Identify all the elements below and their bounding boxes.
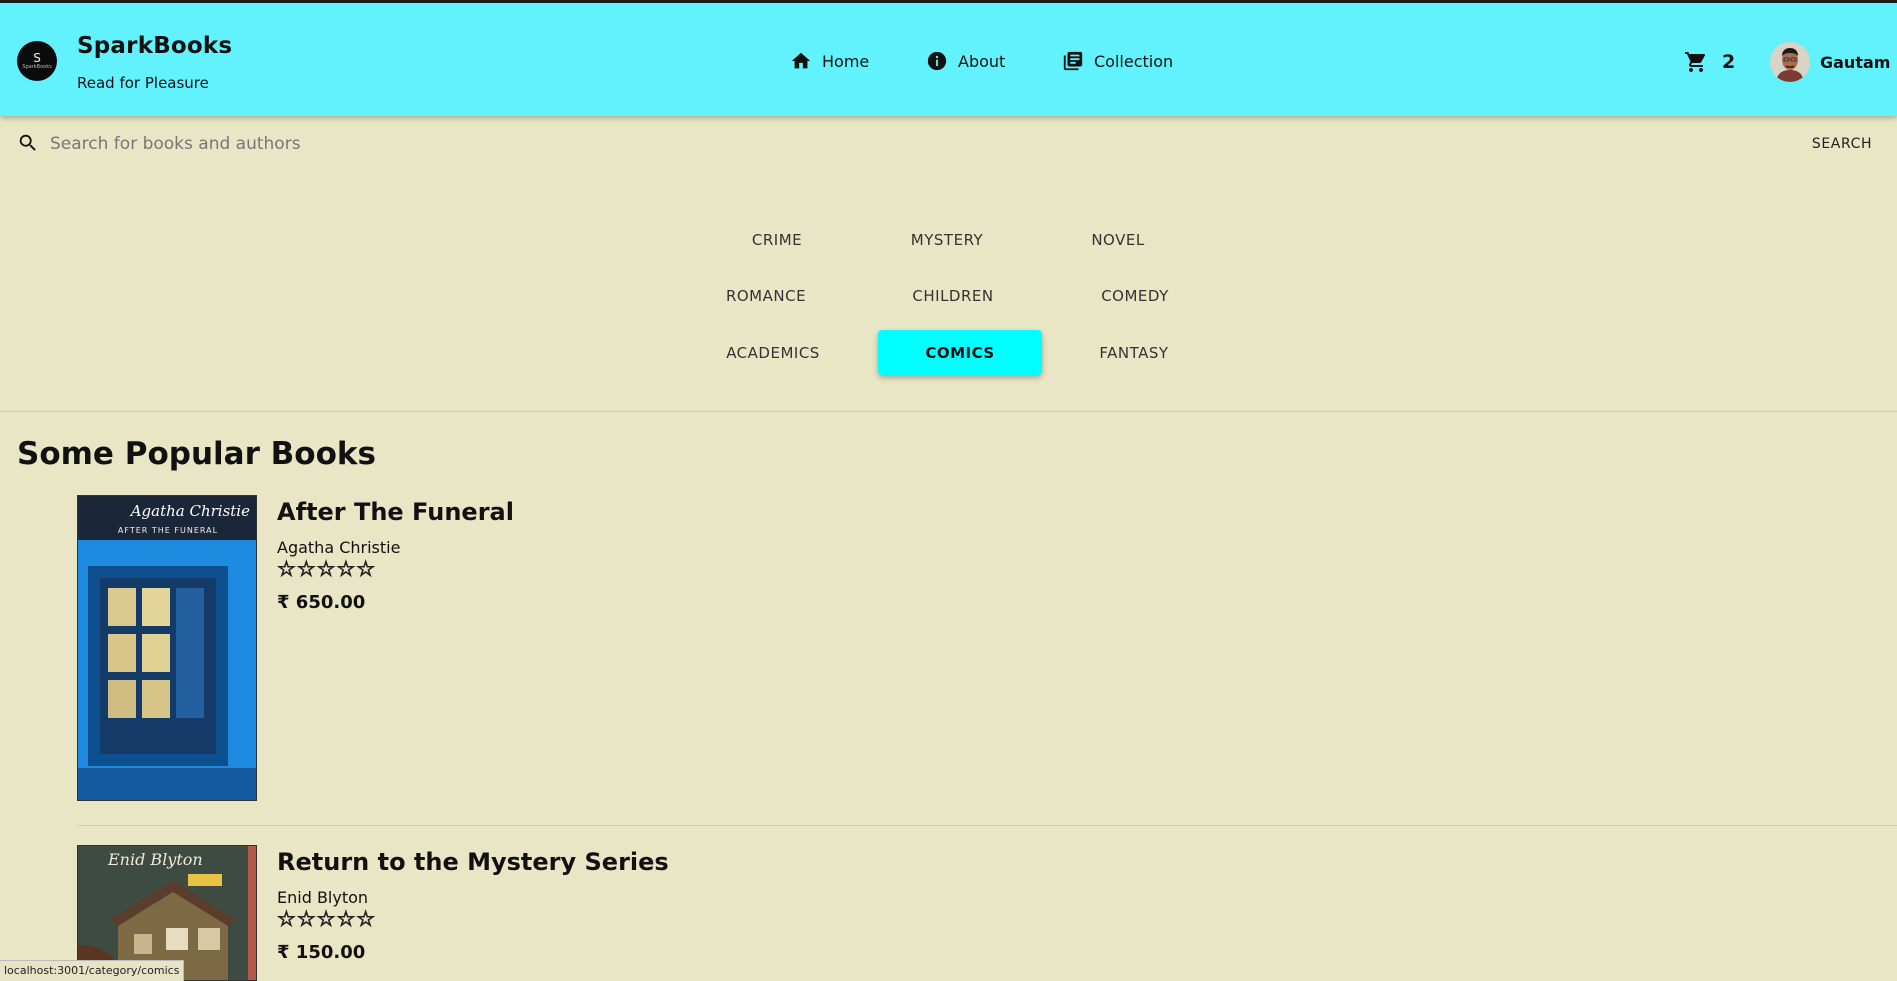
cart-count: 2 (1722, 51, 1736, 73)
section-divider (0, 411, 1897, 412)
book-divider (77, 825, 1897, 826)
nav-home[interactable]: Home (790, 49, 869, 73)
logo-letter: S (33, 51, 41, 65)
library-books-icon (1063, 51, 1083, 71)
cover-title-text: AFTER THE FUNERAL (117, 526, 219, 535)
nav-home-label: Home (822, 51, 870, 71)
category-romance[interactable]: ROMANCE (686, 274, 846, 318)
cart-button[interactable]: 2 (1684, 49, 1735, 75)
info-icon (927, 51, 947, 71)
home-icon (791, 52, 811, 69)
category-comics[interactable]: COMICS (878, 330, 1042, 375)
search-icon (19, 134, 36, 151)
search-input[interactable] (50, 130, 1750, 158)
nav-about-label: About (958, 51, 1006, 71)
book-author: Enid Blyton (277, 888, 369, 907)
search-button[interactable]: SEARCH (1800, 132, 1884, 156)
cover-author-text: Enid Blyton (108, 850, 203, 869)
category-mystery[interactable]: MYSTERY (867, 218, 1027, 262)
rating-stars: ☆☆☆☆☆ (276, 907, 377, 932)
app-header: S SparkBooks SparkBooks Read for Pleasur… (0, 0, 1897, 116)
category-comedy[interactable]: COMEDY (1055, 274, 1215, 318)
book-title[interactable]: Return to the Mystery Series (277, 848, 669, 876)
section-title: Some Popular Books (17, 436, 376, 472)
nav-collection-label: Collection (1094, 51, 1174, 71)
book-title[interactable]: After The Funeral (277, 498, 514, 526)
book-cover-art (78, 496, 256, 800)
cart-icon (1685, 52, 1706, 72)
user-avatar[interactable] (1770, 42, 1810, 82)
category-fantasy[interactable]: FANTASY (1054, 331, 1214, 375)
book-cover[interactable]: Agatha Christie AFTER THE FUNERAL (77, 495, 257, 801)
rating-stars: ☆☆☆☆☆ (276, 557, 377, 582)
browser-status-url: localhost:3001/category/comics (0, 960, 185, 981)
logo-text: SparkBooks (22, 64, 52, 70)
brand-tagline: Read for Pleasure (77, 74, 209, 92)
book-price: ₹ 650.00 (277, 592, 366, 613)
avatar-photo (1770, 42, 1810, 82)
nav-collection[interactable]: Collection (1062, 49, 1173, 73)
category-children[interactable]: CHILDREN (873, 274, 1033, 318)
brand-logo[interactable]: S SparkBooks (17, 41, 57, 81)
book-author: Agatha Christie (277, 538, 401, 557)
category-novel[interactable]: NOVEL (1038, 218, 1198, 262)
nav-about[interactable]: About (926, 49, 1005, 73)
cover-author-text: Agatha Christie (130, 502, 250, 520)
category-academics[interactable]: ACADEMICS (693, 331, 853, 375)
category-crime[interactable]: CRIME (697, 218, 857, 262)
user-name[interactable]: Gautam (1820, 53, 1890, 72)
book-price: ₹ 150.00 (277, 942, 366, 963)
brand-title[interactable]: SparkBooks (77, 33, 232, 59)
